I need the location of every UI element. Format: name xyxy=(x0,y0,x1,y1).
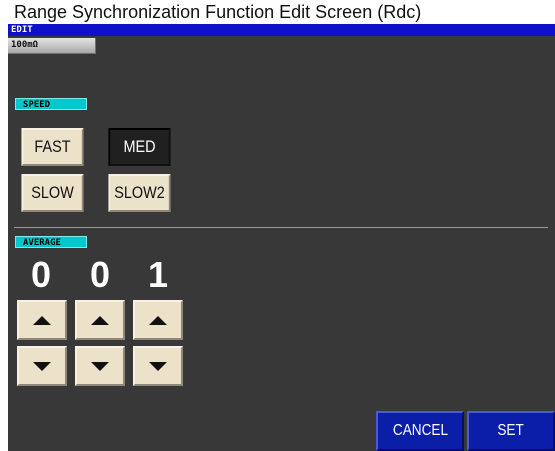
speed-slow-button[interactable]: SLOW xyxy=(21,174,84,212)
tens-increment-button[interactable] xyxy=(75,300,125,340)
speed-slow2-button[interactable]: SLOW2 xyxy=(108,174,171,212)
cancel-button-label: CANCEL xyxy=(392,422,448,439)
average-digit-tens: 0 xyxy=(89,254,111,295)
tens-decrement-button[interactable] xyxy=(75,346,125,386)
hundreds-increment-button[interactable] xyxy=(17,300,67,340)
triangle-up-icon xyxy=(91,315,109,325)
speed-fast-button[interactable]: FAST xyxy=(21,128,84,166)
average-digit-hundreds: 0 xyxy=(30,254,52,295)
triangle-up-icon xyxy=(33,315,51,325)
triangle-down-icon xyxy=(91,361,109,371)
cancel-button[interactable]: CANCEL xyxy=(376,411,464,451)
speed-med-button[interactable]: MED xyxy=(108,128,171,166)
triangle-down-icon xyxy=(149,361,167,371)
set-button[interactable]: SET xyxy=(467,411,555,451)
triangle-down-icon xyxy=(33,361,51,371)
speed-section-label: SPEED xyxy=(15,98,87,110)
ones-decrement-button[interactable] xyxy=(133,346,183,386)
ones-increment-button[interactable] xyxy=(133,300,183,340)
set-button-label: SET xyxy=(497,422,525,439)
figure-caption: Range Synchronization Function Edit Scre… xyxy=(0,0,555,24)
screen-title-bar: EDIT xyxy=(8,24,555,36)
hundreds-decrement-button[interactable] xyxy=(17,346,67,386)
range-tab[interactable]: 100mΩ xyxy=(8,38,96,54)
triangle-up-icon xyxy=(149,315,167,325)
section-divider xyxy=(14,227,548,228)
average-digit-ones: 1 xyxy=(147,254,169,295)
average-section-label: AVERAGE xyxy=(15,236,87,248)
device-screen: EDIT 100mΩ SPEED FAST MED SLOW SLOW2 AVE… xyxy=(8,24,555,451)
